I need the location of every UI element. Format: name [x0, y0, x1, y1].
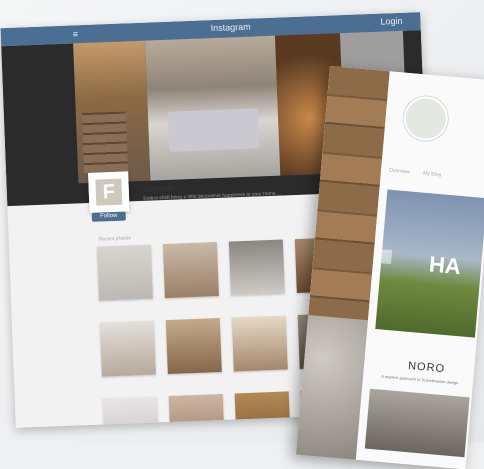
photo-thumbnail[interactable] [165, 318, 222, 375]
mobile-avatar[interactable] [401, 94, 450, 143]
cover-photo-1 [73, 40, 151, 184]
section-label: Recent photos [98, 235, 132, 243]
brand-logo-icon: F [95, 178, 123, 206]
mobile-screenshot-card: Overview My Blog HA NORO A modern approa… [296, 66, 484, 469]
profile-username[interactable]: fargonia [143, 184, 175, 194]
photo-thumbnail[interactable] [96, 244, 153, 301]
follow-button[interactable]: Follow [91, 211, 126, 222]
profile-avatar[interactable]: F [88, 171, 130, 213]
photo-thumbnail[interactable] [162, 242, 219, 299]
caption-subtitle: A modern approach to Scandinavian design [380, 373, 459, 386]
login-link[interactable]: Login [380, 16, 402, 27]
carousel-prev-arrow-icon[interactable] [381, 249, 393, 265]
caption-title: NORO [407, 359, 446, 376]
app-title: Instagram [210, 21, 251, 34]
mobile-nav-item[interactable]: Overview [389, 168, 410, 176]
photo-thumbnail[interactable] [231, 315, 288, 372]
mobile-nav: Overview My Blog [389, 168, 454, 180]
photo-thumbnail[interactable] [99, 320, 156, 377]
mobile-nav-item[interactable]: My Blog [423, 171, 442, 179]
cover-photo-2 [145, 35, 281, 181]
banner-text: HA [428, 251, 462, 280]
photo-thumbnail[interactable] [228, 239, 285, 296]
bottom-image[interactable] [364, 388, 470, 458]
menu-icon[interactable]: ≡ [73, 29, 79, 39]
banner-image[interactable]: HA [375, 189, 484, 338]
